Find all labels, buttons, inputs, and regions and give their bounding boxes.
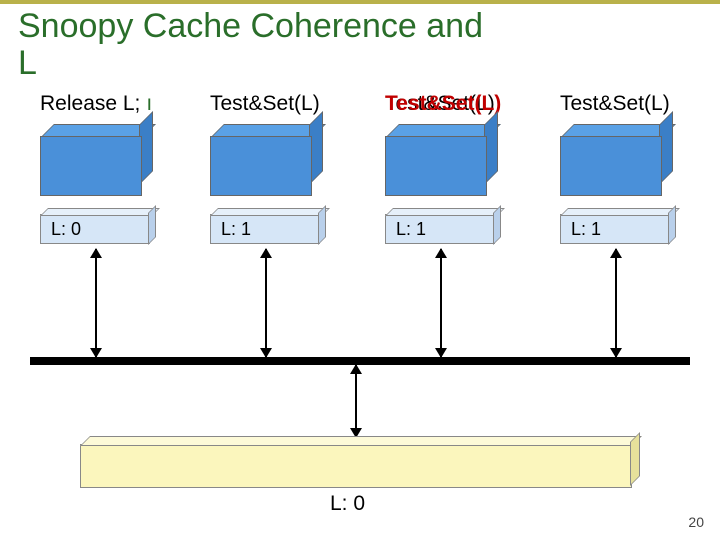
proc-0-bus-link-icon: [95, 249, 97, 357]
memory-bus-link-icon: [355, 365, 357, 437]
proc-2-cacheline: L: 1: [385, 214, 495, 244]
proc-3-cacheline-value: L: 1: [571, 219, 601, 240]
proc-3-cache-icon: [560, 124, 670, 194]
proc-3-cacheline: L: 1: [560, 214, 670, 244]
proc-0-cacheline: L: 0: [40, 214, 150, 244]
proc-0-cache-icon: [40, 124, 150, 194]
proc-0-cacheline-value: L: 0: [51, 219, 81, 240]
slide-root: Snoopy Cache Coherence and L Release L;ı…: [0, 0, 720, 540]
proc-3-bus-link-icon: [615, 249, 617, 357]
memory-value: L: 0: [330, 492, 365, 516]
title-line-1: Snoopy Cache Coherence and: [18, 7, 483, 45]
release-text: Release L;: [40, 92, 140, 115]
proc-2-bus-link-icon: [440, 249, 442, 357]
proc-1-cacheline-value: L: 1: [221, 219, 251, 240]
proc-2-cacheline-value: L: 1: [396, 219, 426, 240]
page-number: 20: [688, 514, 704, 530]
proc-3-action-label: Test&Set(L): [560, 92, 670, 116]
proc-0-action-label: Release L;ı: [40, 92, 156, 116]
proc-1-cache-icon: [210, 124, 320, 194]
proc-1-bus-link-icon: [265, 249, 267, 357]
proc-2-cache-icon: [385, 124, 495, 194]
main-memory-icon: [80, 444, 632, 488]
slide-title: Snoopy Cache Coherence and L: [18, 8, 483, 83]
proc-1-cacheline: L: 1: [210, 214, 320, 244]
title-line-2-fragment: L: [18, 45, 483, 82]
proc-1-action-label: Test&Set(L): [210, 92, 320, 116]
proc-2-action-label-highlight: Test&Set(L): [385, 92, 501, 116]
